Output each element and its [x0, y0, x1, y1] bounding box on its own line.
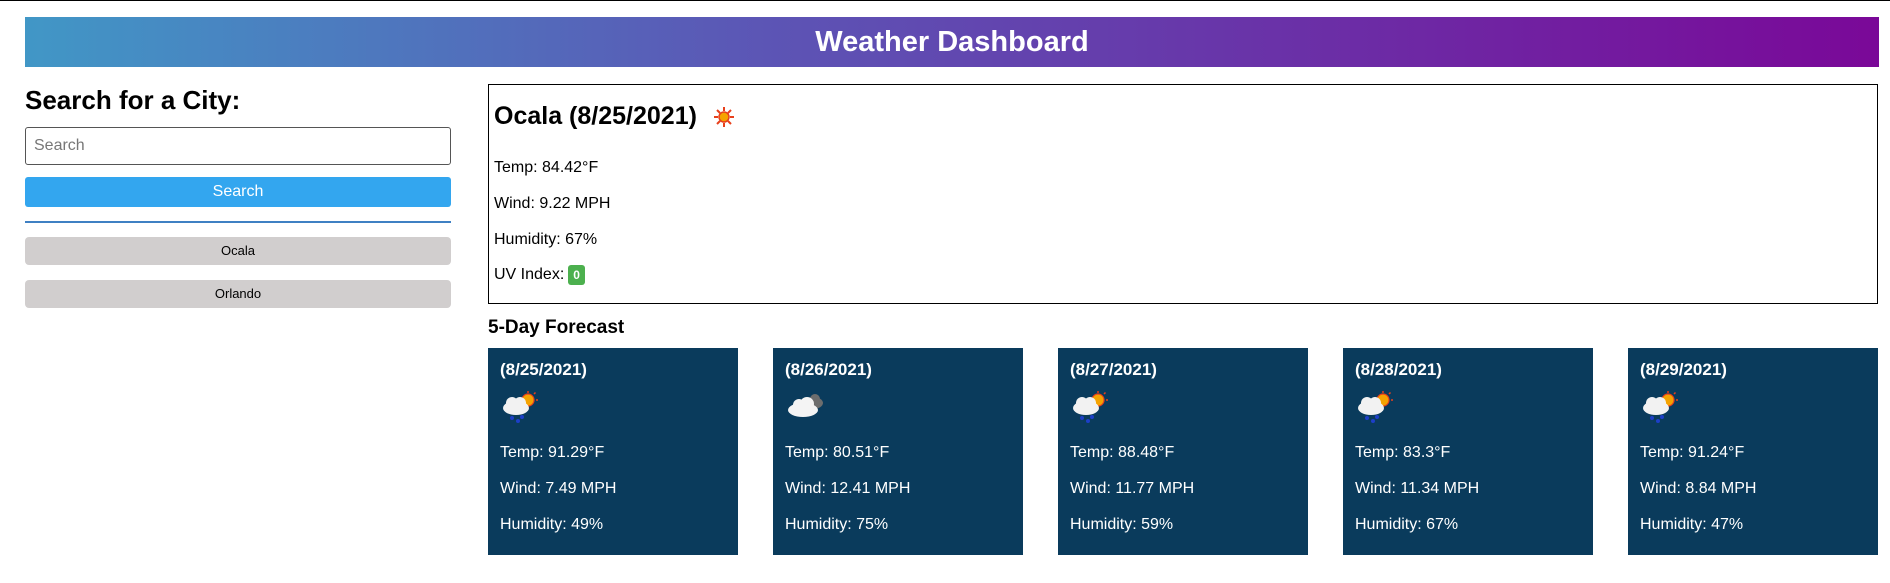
uv-badge: 0 [568, 265, 585, 285]
sidebar: Search for a City: Search Ocala Orlando [25, 83, 451, 308]
search-input[interactable] [25, 127, 451, 165]
forecast-humidity: Humidity: 49% [500, 516, 604, 533]
forecast-card: (8/28/2021) Temp: 83.3°F Wind: 11.34 MPH… [1343, 348, 1593, 555]
current-weather-heading: Ocala (8/25/2021) [494, 102, 735, 131]
forecast-temp: Temp: 88.48°F [1070, 444, 1175, 461]
forecast-card: (8/27/2021) Temp: 88.48°F Wind: 11.77 MP… [1058, 348, 1308, 555]
forecast-humidity: Humidity: 75% [785, 516, 889, 533]
sun-icon [713, 106, 735, 128]
app-title: Weather Dashboard [815, 25, 1089, 58]
forecast-temp: Temp: 80.51°F [785, 444, 890, 461]
cloud-icon [785, 390, 827, 424]
forecast-date: (8/29/2021) [1640, 360, 1727, 379]
divider [25, 221, 451, 223]
current-weather-panel: Ocala (8/25/2021) Temp: 84.42°F Wind: 9.… [488, 84, 1878, 304]
forecast-date: (8/25/2021) [500, 360, 587, 379]
forecast-date: (8/27/2021) [1070, 360, 1157, 379]
forecast-title: 5-Day Forecast [488, 317, 625, 338]
app-header: Weather Dashboard [25, 17, 1879, 67]
forecast-wind: Wind: 11.34 MPH [1355, 480, 1480, 497]
rain-sun-icon [1070, 390, 1112, 424]
forecast-humidity: Humidity: 67% [1355, 516, 1459, 533]
forecast-card: (8/25/2021) Temp: 91.29°F Wind: 7.49 MPH… [488, 348, 738, 555]
rain-sun-icon [1355, 390, 1397, 424]
forecast-card: (8/29/2021) Temp: 91.24°F Wind: 8.84 MPH… [1628, 348, 1878, 555]
forecast-wind: Wind: 12.41 MPH [785, 480, 911, 497]
search-button[interactable]: Search [25, 177, 451, 207]
rain-sun-icon [1640, 390, 1682, 424]
forecast-humidity: Humidity: 47% [1640, 516, 1744, 533]
history-button-orlando[interactable]: Orlando [25, 280, 451, 308]
forecast-date: (8/26/2021) [785, 360, 872, 379]
current-humidity: Humidity: 67% [494, 231, 598, 248]
current-wind: Wind: 9.22 MPH [494, 195, 611, 212]
forecast-temp: Temp: 91.24°F [1640, 444, 1745, 461]
forecast-temp: Temp: 83.3°F [1355, 444, 1451, 461]
forecast-wind: Wind: 11.77 MPH [1070, 480, 1195, 497]
forecast-wind: Wind: 7.49 MPH [500, 480, 617, 497]
current-uv: UV Index: 0 [494, 265, 585, 285]
forecast-temp: Temp: 91.29°F [500, 444, 605, 461]
rain-sun-icon [500, 390, 542, 424]
forecast-card: (8/26/2021) Temp: 80.51°F Wind: 12.41 MP… [773, 348, 1023, 555]
uv-label: UV Index: [494, 266, 565, 284]
current-temp: Temp: 84.42°F [494, 159, 599, 176]
search-heading: Search for a City: [25, 85, 241, 115]
forecast-wind: Wind: 8.84 MPH [1640, 480, 1757, 497]
history-button-ocala[interactable]: Ocala [25, 237, 451, 265]
current-city-date: Ocala (8/25/2021) [494, 102, 697, 130]
forecast-humidity: Humidity: 59% [1070, 516, 1174, 533]
forecast-date: (8/28/2021) [1355, 360, 1442, 379]
